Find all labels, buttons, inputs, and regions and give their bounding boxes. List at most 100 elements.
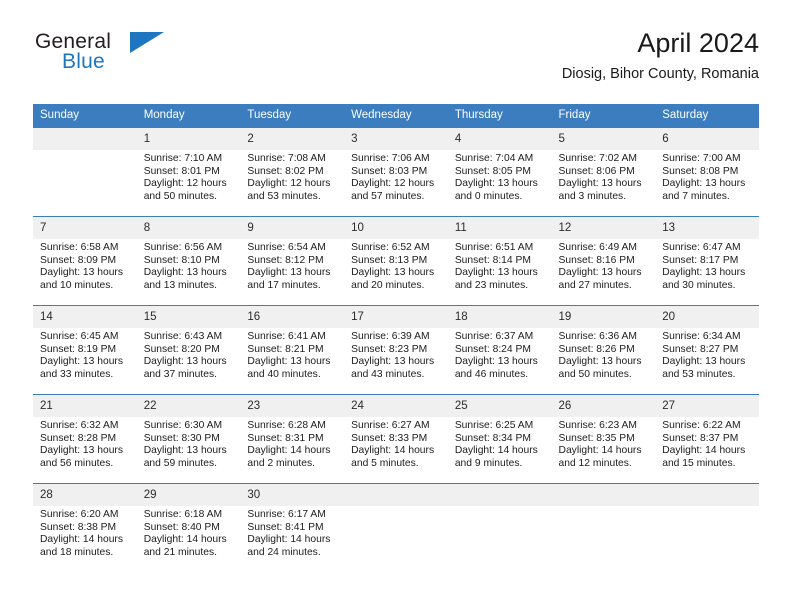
sunrise-text: Sunrise: 7:08 AM — [247, 153, 326, 164]
sunset-text: Sunset: 8:13 PM — [351, 254, 428, 266]
sunrise-text: Sunrise: 6:41 AM — [247, 331, 326, 342]
calendar-day-cell-empty — [33, 127, 137, 217]
calendar-day-cell[interactable]: 3 Sunrise: 7:06 AM Sunset: 8:03 PM Daylight… — [344, 127, 448, 217]
daylight-text-line2: and 0 minutes. — [454, 190, 523, 202]
sunrise-text: Sunrise: 6:56 AM — [143, 242, 223, 253]
day-details: Sunrise: 7:10 AM Sunset: 8:01 PM Daylight:… — [137, 150, 241, 203]
sunset-text: Sunset: 8:17 PM — [662, 254, 739, 266]
daylight-text-line2: and 5 minutes. — [351, 457, 419, 469]
daylight-text-line1: Daylight: 13 hours — [351, 267, 435, 279]
sunset-text: Sunset: 8:16 PM — [558, 254, 635, 266]
weekday-header-thursday: Thursday — [447, 104, 552, 128]
daylight-text-line2: and 13 minutes. — [143, 279, 217, 291]
weekday-header-monday: Monday — [136, 104, 241, 128]
daylight-text-line2: and 53 minutes. — [662, 368, 736, 380]
daylight-text-line1: Daylight: 13 hours — [558, 356, 642, 368]
day-number: 2 — [240, 128, 345, 150]
calendar-day-cell[interactable]: 17 Sunrise: 6:39 AM Sunset: 8:23 PM Dayligh… — [344, 305, 448, 395]
sunrise-text: Sunrise: 6:30 AM — [143, 420, 223, 431]
daylight-text-line2: and 23 minutes. — [454, 279, 529, 291]
daylight-text-line1: Daylight: 13 hours — [558, 267, 642, 279]
day-number: 23 — [240, 395, 345, 417]
calendar-day-cell[interactable]: 30 Sunrise: 6:17 AM Sunset: 8:41 PM Dayligh… — [240, 483, 345, 573]
sunrise-text: Sunrise: 6:17 AM — [247, 509, 326, 520]
sunrise-text: Sunrise: 6:49 AM — [558, 242, 637, 253]
day-details: Sunrise: 6:47 AM Sunset: 8:17 PM Daylight:… — [655, 239, 759, 292]
calendar-day-cell[interactable]: 18 Sunrise: 6:37 AM Sunset: 8:24 PM Dayligh… — [447, 305, 552, 395]
calendar-day-cell[interactable]: 19 Sunrise: 6:36 AM Sunset: 8:26 PM Dayligh… — [551, 305, 656, 395]
sunset-text: Sunset: 8:40 PM — [143, 521, 220, 533]
sunset-text: Sunset: 8:20 PM — [143, 343, 220, 355]
day-number: 13 — [655, 217, 759, 239]
calendar-week-row: 14 Sunrise: 6:45 AM Sunset: 8:19 PM Dayligh… — [33, 305, 759, 395]
sunrise-text: Sunrise: 6:22 AM — [662, 420, 741, 431]
daylight-text-line2: and 37 minutes. — [143, 368, 217, 380]
daylight-text-line2: and 40 minutes. — [247, 368, 321, 380]
sunset-text: Sunset: 8:19 PM — [40, 343, 117, 355]
sunset-text: Sunset: 8:01 PM — [143, 165, 220, 177]
sunset-text: Sunset: 8:28 PM — [40, 432, 117, 444]
calendar-day-cell[interactable]: 14 Sunrise: 6:45 AM Sunset: 8:19 PM Dayligh… — [33, 305, 137, 395]
day-details: Sunrise: 6:43 AM Sunset: 8:20 PM Daylight:… — [137, 328, 241, 381]
weekday-header-friday: Friday — [551, 104, 656, 128]
calendar-page: General Blue April 2024 Diosig, Bihor Co… — [0, 0, 792, 612]
calendar-day-cell[interactable]: 28 Sunrise: 6:20 AM Sunset: 8:38 PM Dayligh… — [33, 483, 137, 573]
sunrise-text: Sunrise: 7:02 AM — [558, 153, 637, 164]
calendar-day-cell[interactable]: 27 Sunrise: 6:22 AM Sunset: 8:37 PM Dayligh… — [655, 394, 759, 484]
day-number: 4 — [447, 128, 552, 150]
calendar-day-cell[interactable]: 21 Sunrise: 6:32 AM Sunset: 8:28 PM Dayligh… — [33, 394, 137, 484]
title-block: April 2024 Diosig, Bihor County, Romania — [562, 28, 759, 83]
weekday-header-wednesday: Wednesday — [344, 104, 448, 128]
calendar-day-cell[interactable]: 24 Sunrise: 6:27 AM Sunset: 8:33 PM Dayligh… — [344, 394, 448, 484]
calendar-day-cell[interactable]: 8 Sunrise: 6:56 AM Sunset: 8:10 PM Daylight… — [136, 216, 241, 306]
sunrise-text: Sunrise: 6:20 AM — [40, 509, 119, 520]
day-number: 17 — [344, 306, 448, 328]
daylight-text-line1: Daylight: 14 hours — [247, 534, 331, 546]
day-details: Sunrise: 6:28 AM Sunset: 8:31 PM Daylight:… — [240, 417, 344, 470]
calendar-week-row: 7 Sunrise: 6:58 AM Sunset: 8:09 PM Daylight… — [33, 216, 759, 306]
calendar-day-cell[interactable]: 16 Sunrise: 6:41 AM Sunset: 8:21 PM Dayligh… — [240, 305, 345, 395]
daylight-text-line2: and 53 minutes. — [247, 190, 321, 202]
daylight-text-line2: and 30 minutes. — [662, 279, 736, 291]
sunset-text: Sunset: 8:37 PM — [662, 432, 739, 444]
calendar-day-cell[interactable]: 22 Sunrise: 6:30 AM Sunset: 8:30 PM Dayligh… — [136, 394, 241, 484]
day-details: Sunrise: 6:45 AM Sunset: 8:19 PM Daylight:… — [33, 328, 137, 381]
day-details: Sunrise: 6:58 AM Sunset: 8:09 PM Daylight:… — [33, 239, 137, 292]
brand-logo[interactable]: General Blue — [33, 28, 273, 84]
sunset-text: Sunset: 8:08 PM — [662, 165, 739, 177]
daylight-text-line1: Daylight: 13 hours — [143, 356, 227, 368]
calendar-day-cell[interactable]: 1 Sunrise: 7:10 AM Sunset: 8:01 PM Daylight… — [136, 127, 241, 217]
daylight-text-line1: Daylight: 14 hours — [143, 534, 227, 546]
sunrise-text: Sunrise: 6:25 AM — [454, 420, 534, 431]
calendar-week-row: 1 Sunrise: 7:10 AM Sunset: 8:01 PM Daylight… — [33, 127, 759, 217]
calendar-day-cell[interactable]: 12 Sunrise: 6:49 AM Sunset: 8:16 PM Dayligh… — [551, 216, 656, 306]
calendar-day-cell[interactable]: 26 Sunrise: 6:23 AM Sunset: 8:35 PM Dayligh… — [551, 394, 656, 484]
calendar-day-cell[interactable]: 11 Sunrise: 6:51 AM Sunset: 8:14 PM Dayligh… — [447, 216, 552, 306]
day-details: Sunrise: 6:37 AM Sunset: 8:24 PM Daylight:… — [448, 328, 552, 381]
calendar-day-cell[interactable]: 9 Sunrise: 6:54 AM Sunset: 8:12 PM Daylight… — [240, 216, 345, 306]
calendar-day-cell[interactable]: 25 Sunrise: 6:25 AM Sunset: 8:34 PM Dayligh… — [447, 394, 552, 484]
sunrise-text: Sunrise: 6:34 AM — [662, 331, 741, 342]
daylight-text-line2: and 56 minutes. — [40, 457, 114, 469]
calendar-day-cell[interactable]: 13 Sunrise: 6:47 AM Sunset: 8:17 PM Dayligh… — [655, 216, 759, 306]
calendar-day-cell[interactable]: 20 Sunrise: 6:34 AM Sunset: 8:27 PM Dayligh… — [655, 305, 759, 395]
sunrise-text: Sunrise: 6:27 AM — [351, 420, 430, 431]
calendar-day-cell-empty — [344, 483, 448, 573]
calendar-day-cell[interactable]: 5 Sunrise: 7:02 AM Sunset: 8:06 PM Daylight… — [551, 127, 656, 217]
calendar-day-cell[interactable]: 23 Sunrise: 6:28 AM Sunset: 8:31 PM Dayligh… — [240, 394, 345, 484]
day-number: 21 — [33, 395, 137, 417]
daylight-text-line1: Daylight: 14 hours — [662, 445, 746, 457]
sunrise-text: Sunrise: 6:37 AM — [454, 331, 534, 342]
calendar-day-cell[interactable]: 4 Sunrise: 7:04 AM Sunset: 8:05 PM Daylight… — [447, 127, 552, 217]
sunset-text: Sunset: 8:27 PM — [662, 343, 739, 355]
calendar-day-cell[interactable]: 7 Sunrise: 6:58 AM Sunset: 8:09 PM Daylight… — [33, 216, 137, 306]
calendar-day-cell[interactable]: 29 Sunrise: 6:18 AM Sunset: 8:40 PM Dayligh… — [136, 483, 241, 573]
calendar-day-cell[interactable]: 2 Sunrise: 7:08 AM Sunset: 8:02 PM Daylight… — [240, 127, 345, 217]
day-number: 18 — [447, 306, 552, 328]
day-number: 19 — [551, 306, 656, 328]
calendar-day-cell[interactable]: 6 Sunrise: 7:00 AM Sunset: 8:08 PM Daylight… — [655, 127, 759, 217]
calendar-day-cell[interactable]: 15 Sunrise: 6:43 AM Sunset: 8:20 PM Dayligh… — [136, 305, 241, 395]
sunset-text: Sunset: 8:02 PM — [247, 165, 324, 177]
calendar-day-cell[interactable]: 10 Sunrise: 6:52 AM Sunset: 8:13 PM Dayligh… — [344, 216, 448, 306]
daylight-text-line1: Daylight: 13 hours — [454, 178, 538, 190]
